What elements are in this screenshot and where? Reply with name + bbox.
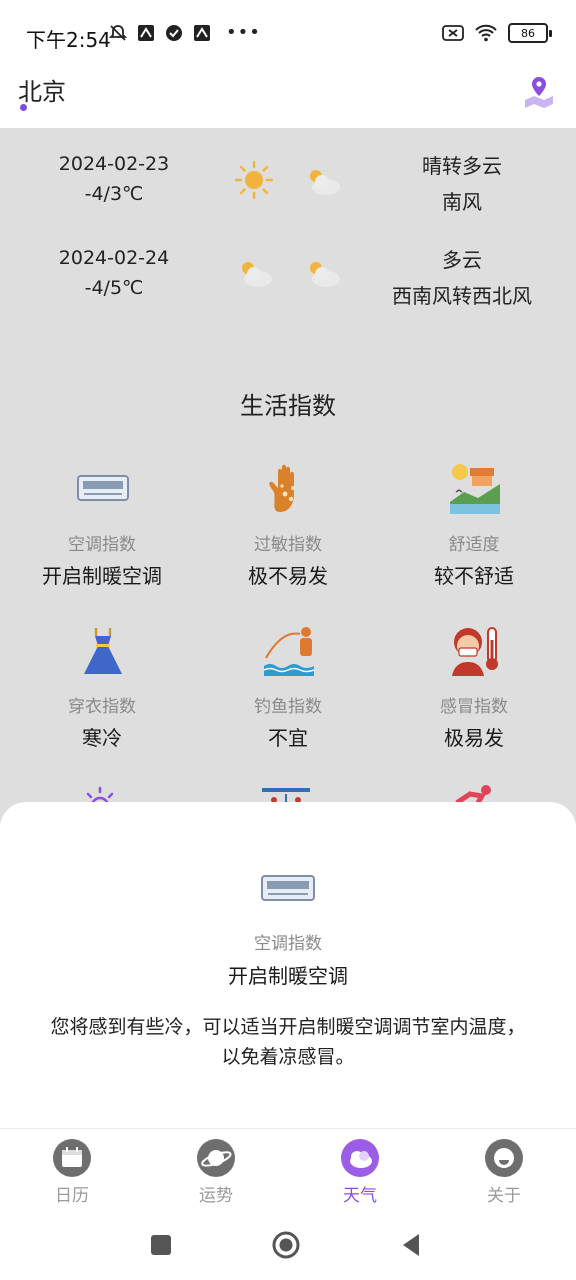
cold-sick-icon [452, 627, 498, 676]
index-item-cold[interactable]: 感冒指数 极易发 [378, 624, 570, 774]
index-label: 过敏指数 [254, 535, 322, 555]
status-time: 下午2:54 [26, 28, 111, 52]
air-conditioner-icon [77, 475, 129, 501]
forecast-row: 2024-02-23 -4/3℃ 晴转多云 南风 [0, 148, 576, 238]
battery-indicator: 86 [508, 23, 552, 43]
map-location-icon[interactable] [522, 74, 556, 108]
tab-about[interactable]: 关于 [454, 1137, 554, 1207]
tab-fortune[interactable]: 运势 [166, 1137, 266, 1207]
forecast-row: 2024-02-24 -4/5℃ 多云 西南风转西北风 [0, 242, 576, 332]
status-system-icons: 86 [442, 23, 552, 43]
index-label: 穿衣指数 [68, 697, 136, 717]
more-notifications-icon: ••• [226, 22, 261, 43]
battery-level: 86 [521, 26, 535, 40]
sunny-icon [234, 160, 274, 200]
forecast-condition: 晴转多云 [422, 154, 502, 178]
index-value: 开启制暖空调 [42, 564, 162, 588]
sim-off-icon [442, 25, 464, 41]
detail-value: 开启制暖空调 [228, 964, 348, 988]
tab-label: 关于 [487, 1186, 521, 1206]
air-conditioner-icon [261, 875, 315, 901]
index-item-allergy[interactable]: 过敏指数 极不易发 [192, 462, 384, 612]
app-notification-icon [194, 24, 210, 41]
city-name[interactable]: 北京 [18, 72, 66, 107]
allergy-hand-icon [269, 464, 295, 512]
forecast-date: 2024-02-23 [58, 153, 170, 175]
partly-cloudy-icon [242, 262, 272, 287]
index-label: 钓鱼指数 [254, 697, 322, 717]
comfort-landscape-icon [450, 464, 500, 514]
dress-icon [84, 628, 122, 674]
forecast-date: 2024-02-24 [58, 247, 170, 269]
back-icon[interactable] [396, 1230, 426, 1260]
index-value: 不宜 [268, 726, 308, 750]
partly-cloudy-icon [310, 170, 340, 195]
home-icon[interactable] [271, 1230, 301, 1260]
index-label: 感冒指数 [440, 697, 508, 717]
page-indicator-dot [20, 104, 27, 111]
index-label: 舒适度 [448, 535, 500, 555]
index-item-comfort[interactable]: 舒适度 较不舒适 [378, 462, 570, 612]
tab-label: 日历 [55, 1186, 89, 1206]
index-label: 空调指数 [68, 535, 136, 555]
check-circle-icon [166, 24, 182, 41]
tab-label: 天气 [343, 1186, 377, 1206]
partly-cloudy-icon [310, 262, 340, 287]
index-item-fishing[interactable]: 钓鱼指数 不宜 [192, 624, 384, 774]
life-index-title: 生活指数 [240, 392, 336, 420]
face-icon [485, 1139, 523, 1177]
planet-icon [197, 1139, 235, 1177]
index-value: 极不易发 [248, 564, 328, 588]
app-header: 北京 [0, 64, 576, 128]
tab-label: 运势 [199, 1186, 233, 1206]
forecast-temp: -4/5℃ [84, 277, 144, 299]
system-nav-bar [0, 1210, 576, 1280]
forecast-wind: 西南风转西北风 [392, 284, 532, 308]
index-item-dressing[interactable]: 穿衣指数 寒冷 [6, 624, 198, 774]
index-value: 较不舒适 [434, 564, 514, 588]
wifi-icon [475, 24, 497, 42]
calendar-icon [53, 1139, 91, 1177]
recent-apps-icon[interactable] [146, 1230, 176, 1260]
tab-weather[interactable]: 天气 [310, 1137, 410, 1207]
status-notification-icons: ••• [108, 22, 261, 43]
forecast-temp: -4/3℃ [84, 183, 144, 205]
bottom-tab-bar: 日历 运势 天气 关于 [0, 1128, 576, 1210]
forecast-wind: 南风 [442, 190, 482, 214]
index-item-air-conditioner[interactable]: 空调指数 开启制暖空调 [6, 462, 198, 612]
weather-cloud-icon [341, 1139, 379, 1177]
fishing-icon [263, 627, 315, 676]
forecast-condition: 多云 [442, 248, 482, 272]
index-detail-sheet[interactable]: 空调指数 开启制暖空调 您将感到有些冷，可以适当开启制暖空调调节室内温度，以免着… [0, 802, 576, 1128]
index-value: 寒冷 [82, 726, 122, 750]
tab-calendar[interactable]: 日历 [22, 1137, 122, 1207]
detail-label: 空调指数 [254, 934, 322, 954]
detail-description: 您将感到有些冷，可以适当开启制暖空调调节室内温度，以免着凉感冒。 [50, 1016, 526, 1068]
index-value: 极易发 [444, 726, 504, 750]
status-bar: 下午2:54 ••• 86 [0, 0, 576, 64]
app-notification-icon [138, 24, 154, 41]
bell-muted-icon [108, 24, 128, 41]
